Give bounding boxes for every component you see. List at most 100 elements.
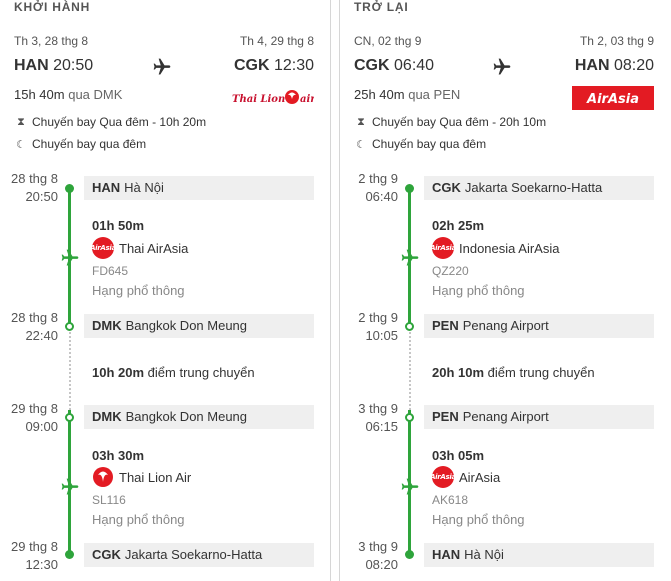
stop-date: 3 thg 9 [358, 401, 398, 416]
cabin-class: Hạng phổ thông [92, 512, 185, 527]
moon-icon: ☾ [356, 138, 366, 151]
note-text: Chuyến bay qua đêm [372, 137, 487, 151]
layover-duration: 10h 20m [92, 365, 145, 380]
station-row: CGK Jakarta Soekarno-Hatta [424, 176, 654, 200]
hourglass-icon: ⧗ [357, 115, 365, 128]
stop-time: 22:40 [25, 328, 58, 343]
stop-date: 28 thg 8 [11, 310, 58, 325]
departure-time: 06:40 [394, 57, 435, 74]
plane-icon [151, 57, 173, 77]
overnight-flight-note: ☾ Chuyến bay qua đêm [354, 137, 486, 151]
airport-name: Jakarta Soekarno-Hatta [464, 180, 603, 195]
timeline-node [405, 322, 414, 331]
airport-name: Penang Airport [462, 318, 549, 333]
plane-icon [398, 248, 422, 268]
timeline-node [65, 550, 74, 559]
airport-name: Hà Nội [464, 547, 504, 562]
thai-lion-air-logo: Thai Lion air [232, 86, 316, 110]
layover-label: điểm trung chuyển [147, 365, 255, 380]
airport-name: Bangkok Don Meung [125, 409, 248, 424]
timeline-node [65, 184, 74, 193]
airport-code: DMK [92, 318, 122, 333]
layover-line [69, 332, 71, 410]
segment-duration: 03h 05m [432, 448, 485, 463]
cabin-class: Hạng phổ thông [432, 283, 525, 298]
airport-code: PEN [432, 318, 459, 333]
stop-datetime: 29 thg 8 09:00 [0, 400, 58, 436]
airport-name: Penang Airport [462, 409, 549, 424]
stop-datetime: 3 thg 9 08:20 [340, 538, 398, 574]
airport-name: Hà Nội [124, 180, 164, 195]
airline-name: Indonesia AirAsia [459, 240, 560, 256]
stop-datetime: 3 thg 9 06:15 [340, 400, 398, 436]
cabin-class: Hạng phổ thông [92, 283, 185, 298]
stop-time: 12:30 [25, 557, 58, 572]
arrival-date: Th 2, 03 thg 9 [579, 34, 654, 48]
timeline-node [65, 322, 74, 331]
airport-name: Bangkok Don Meung [125, 318, 248, 333]
departure-code: CGK [354, 57, 390, 74]
stop-datetime: 2 thg 9 10:05 [340, 309, 398, 345]
departure-summary: HAN 20:50 [14, 57, 93, 75]
airline-name: AirAsia [459, 469, 501, 485]
segment-duration: 02h 25m [432, 218, 485, 233]
airasia-logo-icon: AirAsia [92, 237, 114, 259]
note-text: Chuyến bay Qua đêm - 10h 20m [32, 115, 207, 129]
departure-date: CN, 02 thg 9 [354, 34, 422, 48]
departure-time: 20:50 [53, 57, 94, 74]
stop-date: 29 thg 8 [11, 401, 58, 416]
note-text: Chuyến bay Qua đêm - 20h 10m [372, 115, 547, 129]
airport-code: HAN [92, 180, 121, 195]
stop-time: 06:40 [365, 189, 398, 204]
timeline-node [405, 413, 414, 422]
plane-icon [58, 477, 82, 497]
overnight-layover-note: ⧗ Chuyến bay Qua đêm - 10h 20m [14, 115, 206, 129]
airport-code: CGK [432, 180, 461, 195]
timeline-node [405, 550, 414, 559]
stop-time: 10:05 [365, 328, 398, 343]
moon-icon: ☾ [16, 138, 26, 151]
station-row: CGK Jakarta Soekarno-Hatta [84, 543, 314, 567]
arrival-summary: HAN 08:20 [575, 57, 654, 75]
segment-duration: 01h 50m [92, 218, 145, 233]
stop-date: 28 thg 8 [11, 171, 58, 186]
svg-text:air: air [300, 94, 314, 105]
airasia-logo: AirAsia [572, 86, 654, 110]
airasia-logo-icon: AirAsia [432, 466, 454, 488]
station-row: PEN Penang Airport [424, 405, 654, 429]
note-text: Chuyến bay qua đêm [32, 137, 147, 151]
airline-row: Thai Lion Air [92, 466, 191, 488]
layover-line [409, 332, 411, 410]
airline-name: Thai AirAsia [119, 240, 189, 256]
total-duration: 15h 40m qua DMK [14, 87, 122, 102]
flight-number: FD645 [92, 264, 129, 278]
layover-duration: 20h 10m [432, 365, 485, 380]
stop-datetime: 29 thg 8 12:30 [0, 538, 58, 574]
stop-time: 20:50 [25, 189, 58, 204]
airline-row: AirAsia Indonesia AirAsia [432, 237, 559, 259]
column-divider [330, 0, 331, 581]
outbound-panel: KHỞI HÀNH Th 3, 28 thg 8 Th 4, 29 thg 8 … [0, 0, 330, 581]
flight-number: SL116 [92, 493, 126, 507]
plane-icon [398, 477, 422, 497]
stop-date: 2 thg 9 [358, 310, 398, 325]
timeline-node [405, 184, 414, 193]
plane-icon [491, 57, 513, 77]
airport-code: HAN [432, 547, 461, 562]
airport-code: CGK [92, 547, 121, 562]
station-row: HAN Hà Nội [84, 176, 314, 200]
plane-icon [58, 248, 82, 268]
layover-info: 10h 20m điểm trung chuyển [92, 365, 255, 380]
duration-value: 25h 40m [354, 87, 405, 102]
return-panel: TRỞ LẠI CN, 02 thg 9 Th 2, 03 thg 9 CGK … [340, 0, 670, 581]
flight-number: AK618 [432, 493, 469, 507]
station-row: DMK Bangkok Don Meung [84, 405, 314, 429]
stop-datetime: 2 thg 9 06:40 [340, 170, 398, 206]
stop-datetime: 28 thg 8 22:40 [0, 309, 58, 345]
station-row: DMK Bangkok Don Meung [84, 314, 314, 338]
departure-date: Th 3, 28 thg 8 [14, 34, 89, 48]
airasia-logo-icon: AirAsia [432, 237, 454, 259]
svg-text:Thai Lion: Thai Lion [232, 94, 285, 105]
airline-row: AirAsia AirAsia [432, 466, 500, 488]
svg-text:AirAsia: AirAsia [586, 92, 639, 107]
